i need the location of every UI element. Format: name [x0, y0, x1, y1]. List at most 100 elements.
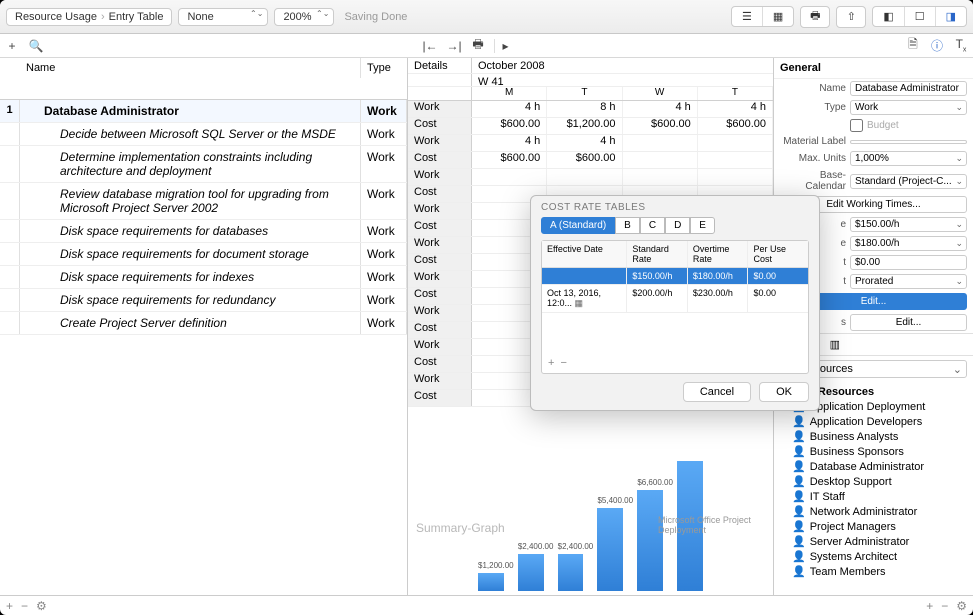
- zoom-select[interactable]: 200%: [274, 8, 334, 26]
- ok-button[interactable]: OK: [759, 382, 809, 402]
- data-cell[interactable]: [547, 169, 622, 185]
- task-row[interactable]: Create Project Server definitionWork: [0, 312, 407, 335]
- tree-item[interactable]: 👤Network Administrator: [778, 504, 969, 519]
- data-cell[interactable]: 4 h: [547, 135, 622, 151]
- right-panel-icon[interactable]: ◨: [936, 7, 966, 26]
- print-button[interactable]: 🖶: [800, 6, 830, 28]
- list-view-icon[interactable]: ☰: [732, 7, 763, 26]
- breadcrumb[interactable]: Resource Usage › Entry Table: [6, 8, 172, 26]
- rate-tab[interactable]: C: [640, 217, 665, 234]
- resource-row[interactable]: 1 Database Administrator Work: [0, 100, 407, 123]
- tree-item[interactable]: 👤Desktop Support: [778, 474, 969, 489]
- rate-row[interactable]: $150.00/h$180.00/h$0.00: [542, 268, 808, 285]
- basecal-select[interactable]: Standard (Project-C...: [850, 174, 967, 189]
- tree-item[interactable]: 👤Business Sponsors: [778, 444, 969, 459]
- data-cell[interactable]: $600.00: [472, 118, 547, 134]
- tree-item[interactable]: 👤Project Managers: [778, 519, 969, 534]
- doc-icon[interactable]: 🗎: [905, 35, 921, 56]
- task-row[interactable]: Disk space requirements for indexesWork: [0, 266, 407, 289]
- cell-std[interactable]: $200.00/h: [627, 285, 688, 312]
- type-select[interactable]: Work: [850, 100, 967, 115]
- data-cell[interactable]: [623, 152, 698, 168]
- text-icon[interactable]: Tx: [953, 37, 969, 53]
- remove-row-icon[interactable]: −: [560, 357, 566, 369]
- maxunits-field[interactable]: 1,000%: [850, 151, 967, 166]
- breadcrumb-0[interactable]: Resource Usage: [15, 11, 97, 23]
- view-mode-seg[interactable]: ☰ ▦: [731, 6, 794, 27]
- remove-icon-r[interactable]: −: [941, 599, 948, 613]
- tree-item[interactable]: 👤Database Administrator: [778, 459, 969, 474]
- tree-item[interactable]: 👤IT Staff: [778, 489, 969, 504]
- data-cell[interactable]: 4 h: [623, 101, 698, 117]
- peruse-field[interactable]: $0.00: [850, 255, 967, 270]
- data-cell[interactable]: 8 h: [547, 101, 622, 117]
- left-panel-icon[interactable]: ◧: [873, 7, 904, 26]
- data-cell[interactable]: [472, 169, 547, 185]
- edit-button-secondary[interactable]: Edit...: [850, 314, 967, 331]
- filter-select[interactable]: None: [178, 8, 268, 26]
- next-icon[interactable]: →|: [446, 39, 462, 53]
- calendar-icon[interactable]: ▦: [575, 298, 584, 308]
- tree-item[interactable]: 👤Team Members: [778, 564, 969, 579]
- matlabel-field[interactable]: [850, 140, 967, 144]
- data-cell[interactable]: [698, 169, 773, 185]
- cell-ot[interactable]: $180.00/h: [688, 268, 749, 284]
- data-cell[interactable]: [623, 135, 698, 151]
- name-field[interactable]: Database Administrator: [850, 81, 967, 96]
- data-cell[interactable]: 4 h: [698, 101, 773, 117]
- breadcrumb-1[interactable]: Entry Table: [109, 11, 164, 23]
- col-stdrate[interactable]: Standard Rate: [627, 241, 688, 267]
- resource-name[interactable]: Database Administrator: [20, 100, 361, 122]
- rate-tab[interactable]: D: [665, 217, 690, 234]
- task-row[interactable]: Review database migration tool for upgra…: [0, 183, 407, 220]
- data-cell[interactable]: $600.00: [547, 152, 622, 168]
- cancel-button[interactable]: Cancel: [683, 382, 751, 402]
- print-icon[interactable]: 🖶: [470, 35, 486, 56]
- cell-date[interactable]: Oct 13, 2016, 12:0... ▦: [542, 285, 627, 312]
- data-cell[interactable]: $600.00: [472, 152, 547, 168]
- data-cell[interactable]: $600.00: [623, 118, 698, 134]
- accrue-select[interactable]: Prorated: [850, 274, 967, 289]
- data-cell[interactable]: [698, 135, 773, 151]
- gear-icon-r[interactable]: ⚙: [956, 599, 967, 613]
- std-rate-field[interactable]: $150.00/h: [850, 217, 967, 232]
- add-icon-r[interactable]: +: [926, 599, 933, 613]
- cell-ot[interactable]: $230.00/h: [688, 285, 749, 312]
- gear-icon[interactable]: ⚙: [36, 599, 47, 613]
- data-cell[interactable]: 4 h: [472, 101, 547, 117]
- task-row[interactable]: Determine implementation constraints inc…: [0, 146, 407, 183]
- col-effdate[interactable]: Effective Date: [542, 241, 627, 267]
- col-name[interactable]: Name: [20, 58, 361, 78]
- col-type[interactable]: Type: [361, 58, 407, 78]
- today-icon[interactable]: ▸: [494, 39, 510, 53]
- data-cell[interactable]: [623, 169, 698, 185]
- add-icon[interactable]: +: [4, 39, 20, 53]
- tree-item[interactable]: 👤Business Analysts: [778, 429, 969, 444]
- group-icon[interactable]: ▥: [830, 338, 840, 351]
- task-row[interactable]: Disk space requirements for document sto…: [0, 243, 407, 266]
- tree-item[interactable]: 👤Systems Architect: [778, 549, 969, 564]
- cell-std[interactable]: $150.00/h: [627, 268, 688, 284]
- add-icon[interactable]: +: [6, 599, 13, 613]
- ot-rate-field[interactable]: $180.00/h: [850, 236, 967, 251]
- panel-toggle-seg[interactable]: ◧ ☐ ◨: [872, 6, 967, 27]
- task-row[interactable]: Disk space requirements for databasesWor…: [0, 220, 407, 243]
- rate-tab[interactable]: A (Standard): [541, 217, 615, 234]
- center-panel-icon[interactable]: ☐: [905, 7, 936, 26]
- rate-tab[interactable]: B: [615, 217, 640, 234]
- info-icon[interactable]: ⓘ: [929, 37, 945, 54]
- task-row[interactable]: Decide between Microsoft SQL Server or t…: [0, 123, 407, 146]
- cell-date[interactable]: [542, 268, 627, 284]
- share-button[interactable]: ⇧: [836, 6, 866, 28]
- tree-item[interactable]: 👤Application Developers: [778, 414, 969, 429]
- calendar-view-icon[interactable]: ▦: [763, 7, 793, 26]
- cell-per[interactable]: $0.00: [748, 268, 808, 284]
- rate-tab[interactable]: E: [690, 217, 715, 234]
- data-cell[interactable]: [698, 152, 773, 168]
- data-cell[interactable]: $1,200.00: [547, 118, 622, 134]
- data-cell[interactable]: $600.00: [698, 118, 773, 134]
- prev-icon[interactable]: |←: [422, 39, 438, 53]
- remove-icon[interactable]: −: [21, 599, 28, 613]
- col-otrate[interactable]: Overtime Rate: [688, 241, 749, 267]
- rate-row[interactable]: Oct 13, 2016, 12:0... ▦$200.00/h$230.00/…: [542, 285, 808, 313]
